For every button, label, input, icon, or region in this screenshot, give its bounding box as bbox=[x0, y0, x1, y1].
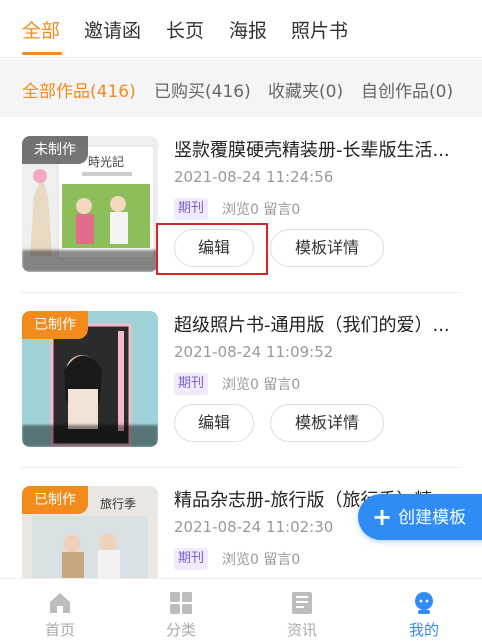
nav-mine-label: 我的 bbox=[408, 621, 439, 639]
list-item[interactable]: 已制作 超级照片书-通用版（我们的爱）... 2021-08-24 11:09:… bbox=[0, 293, 482, 468]
filter-self-created[interactable]: 自创作品(0) bbox=[361, 77, 453, 102]
work-stats: 浏览0 留言0 bbox=[222, 377, 301, 393]
category-tag: 期刊 bbox=[174, 198, 209, 220]
nav-news-label: 资讯 bbox=[286, 621, 317, 639]
top-tab-bar: 全部 邀请函 长页 海报 照片书 bbox=[0, 0, 482, 58]
work-thumbnail[interactable]: 時光記 未制作 bbox=[22, 136, 158, 272]
nav-mine[interactable]: 我的 bbox=[374, 579, 474, 642]
work-date: 2021-08-24 11:02:30 bbox=[174, 518, 334, 536]
nav-home[interactable]: 首页 bbox=[10, 579, 110, 642]
thumbnail-caption-blurred bbox=[22, 425, 158, 447]
tab-poster[interactable]: 海报 bbox=[229, 16, 267, 43]
create-template-label: 创建模板 bbox=[398, 508, 467, 528]
work-title[interactable]: 竖款覆膜硬壳精装册-长辈版生活... bbox=[174, 136, 464, 162]
active-tab-indicator bbox=[22, 52, 62, 55]
bottom-nav: 首页 分类 资讯 我的 bbox=[0, 578, 482, 641]
create-template-button[interactable]: + 创建模板 bbox=[358, 494, 482, 540]
category-tag: 期刊 bbox=[174, 548, 209, 570]
nav-home-label: 首页 bbox=[44, 621, 75, 639]
nav-news[interactable]: 资讯 bbox=[252, 579, 352, 642]
work-thumbnail[interactable]: 旅行季 已制作 bbox=[22, 486, 158, 578]
work-stats: 浏览0 留言0 bbox=[222, 202, 301, 218]
edit-button[interactable]: 编辑 bbox=[174, 404, 254, 442]
list-item[interactable]: 時光記 未制作 竖款覆膜硬壳精装册-长辈版生活... 2021-08-24 11… bbox=[0, 118, 482, 293]
tab-long-page[interactable]: 长页 bbox=[166, 16, 204, 43]
status-badge: 已制作 bbox=[22, 486, 88, 514]
filter-favorites[interactable]: 收藏夹(0) bbox=[268, 77, 343, 102]
work-stats: 浏览0 留言0 bbox=[222, 552, 301, 568]
filter-purchased[interactable]: 已购买(416) bbox=[154, 77, 251, 102]
nav-category-label: 分类 bbox=[165, 621, 196, 639]
home-icon bbox=[50, 593, 70, 613]
filter-all-works[interactable]: 全部作品(416) bbox=[22, 77, 136, 102]
tab-photo-book[interactable]: 照片书 bbox=[291, 16, 348, 43]
highlight-box bbox=[156, 223, 268, 275]
work-date: 2021-08-24 11:09:52 bbox=[174, 343, 334, 361]
thumbnail-title: 時光記 bbox=[88, 154, 124, 169]
filter-tab-bar: 全部作品(416) 已购买(416) 收藏夹(0) 自创作品(0) bbox=[0, 59, 482, 117]
tab-invitation[interactable]: 邀请函 bbox=[84, 16, 141, 43]
status-badge: 已制作 bbox=[22, 311, 88, 339]
template-detail-button[interactable]: 模板详情 bbox=[270, 404, 384, 442]
thumbnail-title: 旅行季 bbox=[100, 497, 136, 511]
plus-icon: + bbox=[372, 503, 393, 531]
template-detail-button[interactable]: 模板详情 bbox=[270, 229, 384, 267]
thumbnail-caption-blurred bbox=[22, 250, 158, 272]
work-date: 2021-08-24 11:24:56 bbox=[174, 168, 334, 186]
category-tag: 期刊 bbox=[174, 373, 209, 395]
tab-all[interactable]: 全部 bbox=[22, 16, 60, 43]
status-badge: 未制作 bbox=[22, 136, 88, 164]
work-title[interactable]: 超级照片书-通用版（我们的爱）... bbox=[174, 311, 464, 337]
work-thumbnail[interactable]: 已制作 bbox=[22, 311, 158, 447]
grid-icon bbox=[170, 592, 192, 614]
news-icon bbox=[292, 592, 312, 614]
profile-icon bbox=[415, 592, 433, 614]
nav-category[interactable]: 分类 bbox=[131, 579, 231, 642]
